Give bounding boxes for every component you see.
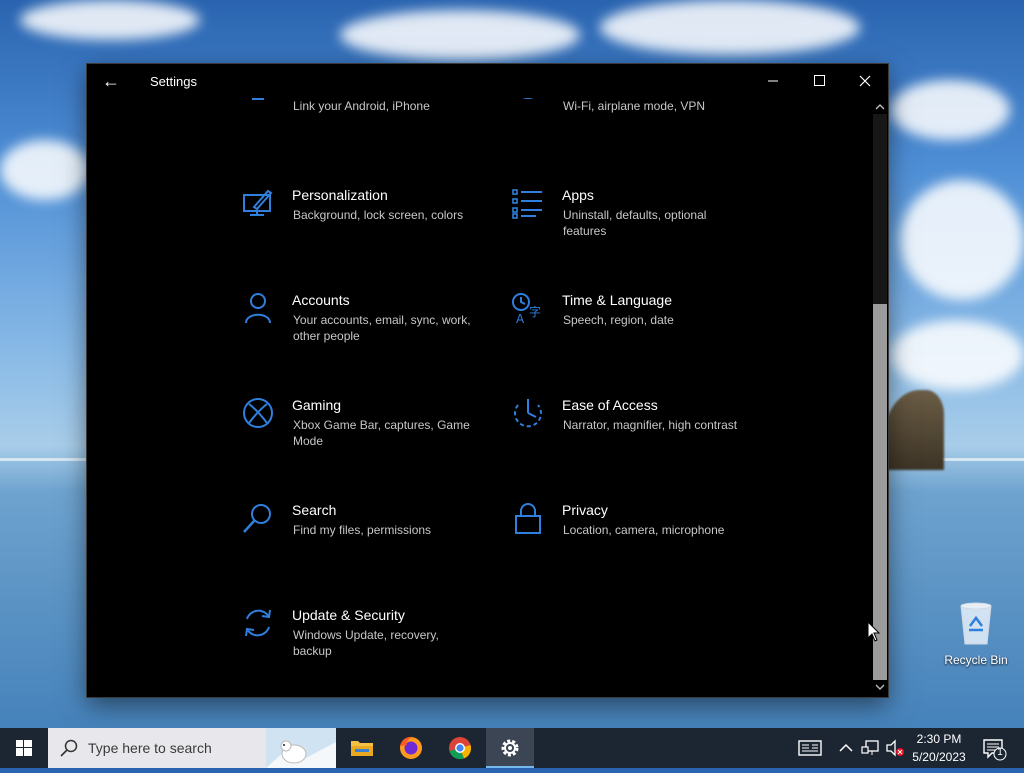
taskbar-firefox[interactable] — [387, 728, 435, 768]
minimize-button[interactable] — [750, 64, 796, 98]
scroll-up-button[interactable] — [873, 100, 887, 114]
settings-item-phone[interactable]: Link your Android, iPhone — [242, 98, 492, 134]
notification-count-badge: 1 — [997, 747, 1003, 758]
phone-icon — [252, 98, 264, 100]
firefox-icon — [400, 736, 422, 759]
network-tray-button[interactable] — [860, 728, 882, 768]
chevron-down-icon — [875, 684, 885, 690]
news-icon — [798, 740, 822, 756]
settings-item-network[interactable]: Wi-Fi, airplane mode, VPN — [512, 98, 762, 134]
scroll-down-button[interactable] — [873, 680, 887, 694]
back-button[interactable]: ← — [99, 70, 123, 92]
volume-muted-icon — [886, 739, 904, 757]
settings-item-label: Privacy — [562, 502, 608, 518]
close-icon — [859, 75, 871, 87]
xbox-icon — [243, 398, 273, 428]
settings-grid: Link your Android, iPhone Wi-Fi, airplan… — [87, 98, 872, 697]
clock-date[interactable]: 5/20/2023 — [906, 750, 972, 764]
maximize-button[interactable] — [796, 64, 842, 98]
window-title: Settings — [150, 74, 197, 89]
settings-item-desc: Link your Android, iPhone — [293, 99, 430, 113]
search-icon — [243, 504, 271, 533]
settings-item-desc: Speech, region, date — [563, 313, 674, 327]
lock-icon — [515, 503, 541, 534]
chevron-up-icon — [875, 104, 885, 110]
settings-item-label: Time & Language — [562, 292, 672, 308]
time-language-icon: A 字 — [512, 293, 541, 324]
settings-item-desc: Xbox Game Bar, captures, Game Mode — [293, 418, 470, 448]
sync-arrows-icon — [245, 609, 271, 637]
network-icon — [861, 740, 879, 755]
chevron-up-icon — [839, 743, 853, 752]
settings-item-accounts[interactable]: Accounts Your accounts, email, sync, wor… — [242, 292, 492, 352]
settings-item-desc: Windows Update, recovery, backup — [293, 628, 439, 658]
settings-item-search[interactable]: Search Find my files, permissions — [242, 502, 492, 562]
recycle-bin-label: Recycle Bin — [944, 653, 1008, 667]
settings-item-apps[interactable]: Apps Uninstall, defaults, optional featu… — [512, 187, 762, 247]
settings-item-label: Update & Security — [292, 607, 405, 623]
recycle-bin-icon — [960, 602, 992, 645]
settings-item-ease-of-access[interactable]: Ease of Access Narrator, magnifier, high… — [512, 397, 762, 457]
maximize-icon — [814, 75, 825, 86]
close-button[interactable] — [842, 64, 888, 98]
apps-list-icon — [512, 189, 542, 219]
taskbar-settings[interactable] — [486, 728, 534, 768]
folder-icon — [351, 741, 373, 756]
settings-item-desc: Find my files, permissions — [293, 523, 432, 537]
chrome-icon — [449, 737, 471, 760]
windows-logo-icon — [16, 740, 32, 756]
settings-item-privacy[interactable]: Privacy Location, camera, microphone — [512, 502, 762, 562]
start-button[interactable] — [0, 728, 48, 768]
title-bar[interactable]: ← Settings — [87, 64, 888, 98]
news-interests-button[interactable] — [792, 728, 828, 768]
settings-item-label: Gaming — [292, 397, 342, 413]
settings-item-desc: Narrator, magnifier, high contrast — [563, 418, 738, 432]
search-placeholder: Type here to search — [88, 740, 212, 756]
paint-monitor-icon — [243, 189, 273, 216]
settings-item-personalization[interactable]: Personalization Background, lock screen,… — [242, 187, 492, 247]
action-center-button[interactable]: 1 — [978, 728, 1024, 768]
mouse-cursor-icon — [867, 621, 881, 642]
volume-tray-button[interactable] — [884, 728, 906, 768]
settings-item-label: Search — [292, 502, 337, 518]
settings-item-label: Ease of Access — [562, 397, 658, 413]
settings-item-time-language[interactable]: A 字 Time & Language Speech, region, date — [512, 292, 762, 352]
taskbar-chrome[interactable] — [436, 728, 484, 768]
ease-of-access-icon — [514, 399, 542, 428]
settings-item-desc: Uninstall, defaults, optional features — [563, 208, 707, 238]
svg-text:A: A — [516, 312, 525, 324]
settings-item-label: Apps — [562, 187, 594, 203]
person-icon — [245, 293, 271, 324]
settings-item-desc: Wi-Fi, airplane mode, VPN — [563, 99, 706, 113]
settings-item-desc: Your accounts, email, sync, work, other … — [293, 313, 471, 343]
taskbar-search-box[interactable]: Type here to search — [48, 728, 336, 768]
settings-item-desc: Location, camera, microphone — [563, 523, 725, 537]
gear-icon — [501, 739, 519, 757]
recycle-bin[interactable]: Recycle Bin — [940, 600, 1012, 667]
settings-item-label: Accounts — [292, 292, 350, 308]
show-hidden-icons-button[interactable] — [836, 728, 856, 768]
settings-item-gaming[interactable]: Gaming Xbox Game Bar, captures, Game Mod… — [242, 397, 492, 457]
settings-window: ← Settings Link your Android, iPhone Wi-… — [87, 64, 888, 697]
search-highlight-image — [266, 728, 336, 768]
taskbar: Type here to search 2:30 PM 5/20/2023 1 — [0, 728, 1024, 768]
minimize-icon — [768, 80, 778, 82]
search-icon — [60, 739, 78, 757]
settings-item-update-security[interactable]: Update & Security Windows Update, recove… — [242, 607, 492, 667]
settings-item-desc: Background, lock screen, colors — [293, 208, 464, 222]
taskbar-file-explorer[interactable] — [338, 728, 386, 768]
clock-time[interactable]: 2:30 PM — [906, 732, 972, 746]
globe-icon — [522, 98, 534, 99]
svg-text:字: 字 — [529, 304, 541, 319]
settings-item-label: Personalization — [292, 187, 388, 203]
